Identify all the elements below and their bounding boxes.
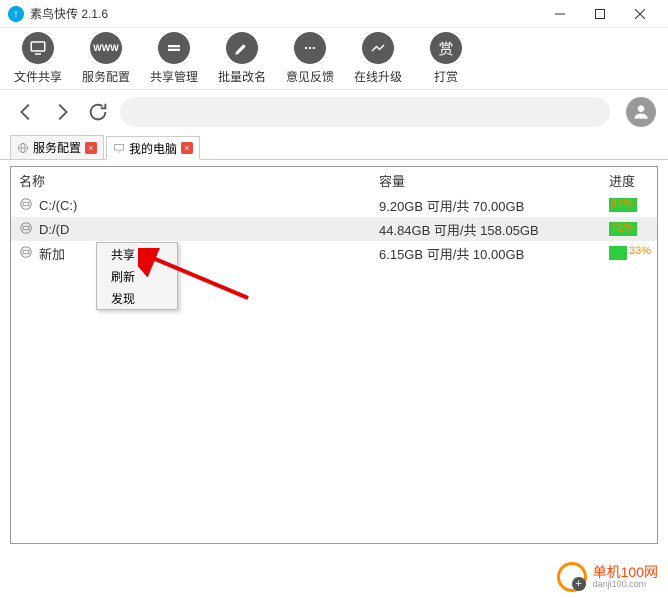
maximize-button[interactable] [580,0,620,28]
close-icon[interactable]: × [85,142,97,154]
progress-bar: 72% [609,222,637,236]
close-button[interactable] [620,0,660,28]
user-avatar[interactable] [626,97,656,127]
menu-share[interactable]: 共享 [97,243,177,265]
monitor-icon [113,142,125,154]
menu-refresh[interactable]: 刷新 [97,265,177,287]
chat-icon [294,32,326,64]
tab-service-config[interactable]: 服务配置 × [10,135,104,159]
file-share-button[interactable]: 文件共享 [8,32,68,85]
watermark-icon [557,562,587,592]
minimize-button[interactable] [540,0,580,28]
www-icon: WWW [90,32,122,64]
pencil-icon [226,32,258,64]
reward-button[interactable]: 赏 打赏 [416,32,476,85]
batch-rename-button[interactable]: 批量改名 [212,32,272,85]
feedback-button[interactable]: 意见反馈 [280,32,340,85]
window-title: 素鸟快传 2.1.6 [30,5,540,22]
navbar [0,90,668,134]
service-config-button[interactable]: WWW 服务配置 [76,32,136,85]
toolbar: 文件共享 WWW 服务配置 共享管理 批量改名 意见反馈 在线升级 赏 打赏 [0,28,668,90]
context-menu: 共享 刷新 发现 [96,242,178,310]
tab-my-computer[interactable]: 我的电脑 × [106,136,200,160]
reward-icon: 赏 [430,32,462,64]
close-icon[interactable]: × [181,142,193,154]
online-upgrade-button[interactable]: 在线升级 [348,32,408,85]
address-bar[interactable] [120,97,610,127]
table-row[interactable]: D:/(D 44.84GB 可用/共 158.05GB 72% [11,217,657,241]
globe-icon [17,142,29,154]
table-header: 名称 容量 进度 [11,167,657,193]
file-list: 名称 容量 进度 C:/(C:) 9.20GB 可用/共 70.00GB 87%… [10,166,658,544]
watermark: 单机100网 danji100.com [557,562,658,592]
back-button[interactable] [12,98,40,126]
disk-icon [19,245,33,262]
progress-bar: 33% [609,246,627,260]
forward-button[interactable] [48,98,76,126]
monitor-icon [22,32,54,64]
titlebar: ↑ 素鸟快传 2.1.6 [0,0,668,28]
header-capacity[interactable]: 容量 [379,171,609,190]
share-manage-button[interactable]: 共享管理 [144,32,204,85]
app-icon: ↑ [8,6,24,22]
header-name[interactable]: 名称 [19,171,379,190]
folder-icon [158,32,190,64]
progress-bar: 87% [609,198,637,212]
menu-discover[interactable]: 发现 [97,287,177,309]
trend-icon [362,32,394,64]
disk-icon [19,197,33,214]
disk-icon [19,221,33,238]
header-progress[interactable]: 进度 [609,171,649,190]
tab-bar: 服务配置 × 我的电脑 × [0,134,668,160]
table-row[interactable]: C:/(C:) 9.20GB 可用/共 70.00GB 87% [11,193,657,217]
refresh-button[interactable] [84,98,112,126]
